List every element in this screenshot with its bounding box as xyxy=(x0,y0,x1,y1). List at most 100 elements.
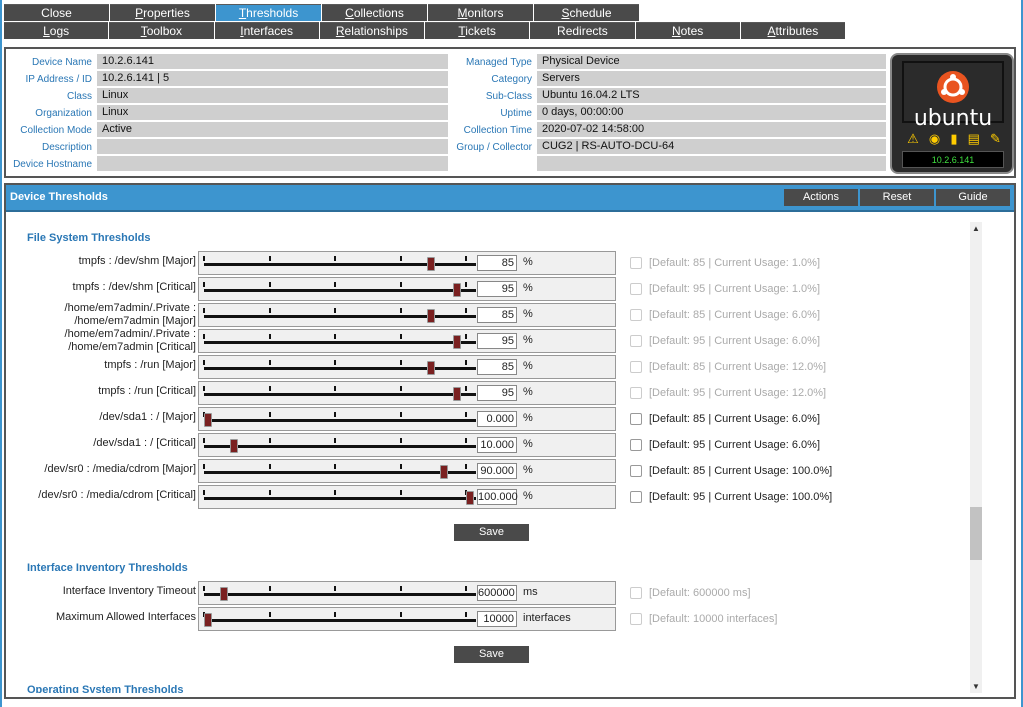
slider-handle[interactable] xyxy=(439,465,448,479)
scroll-up-icon[interactable]: ▲ xyxy=(972,224,980,233)
slider-handle[interactable] xyxy=(204,613,212,627)
tab-tickets[interactable]: Tickets xyxy=(425,22,530,39)
use-default-checkbox[interactable] xyxy=(630,465,642,477)
tab-relationships[interactable]: Relationships xyxy=(319,22,424,39)
ubuntu-wordmark: ubuntu xyxy=(913,106,993,131)
threshold-value-input[interactable]: 95 xyxy=(477,333,517,349)
save-button-interface-inventory[interactable]: Save xyxy=(454,646,529,663)
threshold-value-input[interactable]: 85 xyxy=(477,255,517,271)
threshold-value-input[interactable]: 85 xyxy=(477,359,517,375)
tab-row-1: Close Properties Thresholds Collections Moni… xyxy=(4,4,846,22)
slider-tick xyxy=(465,586,467,591)
tab-redirects[interactable]: Redirects xyxy=(530,22,635,39)
slider-handle[interactable] xyxy=(466,491,474,505)
slider-tick xyxy=(465,464,467,469)
threshold-value-input[interactable]: 95 xyxy=(477,281,517,297)
slider-track[interactable] xyxy=(204,315,476,318)
tab-collections[interactable]: Collections xyxy=(322,4,427,21)
lifebuoy-icon[interactable]: ◉ xyxy=(929,131,940,147)
slider-tick xyxy=(203,386,205,391)
device-ip-display: 10.2.6.141 xyxy=(902,151,1004,168)
slider-track[interactable] xyxy=(204,289,476,292)
use-default-checkbox[interactable] xyxy=(630,413,642,425)
slider-handle[interactable] xyxy=(426,257,435,271)
slider-track[interactable] xyxy=(204,497,476,500)
threshold-value-input[interactable]: 600000 xyxy=(477,585,517,601)
info-value-ip-address-id: 10.2.6.141 | 5 xyxy=(97,71,448,86)
tab-interfaces[interactable]: Interfaces xyxy=(214,22,319,39)
tab-schedule[interactable]: Schedule xyxy=(534,4,639,21)
tab-properties[interactable]: Properties xyxy=(110,4,215,21)
info-value-managed-type: Physical Device xyxy=(537,54,886,69)
guide-button[interactable]: Guide xyxy=(936,189,1010,206)
scrollbar-thumb[interactable] xyxy=(970,507,982,560)
tab-close[interactable]: Close xyxy=(4,4,109,21)
slider-track[interactable] xyxy=(204,341,476,344)
slider-handle[interactable] xyxy=(230,439,239,453)
warning-icon[interactable]: ⚠ xyxy=(907,131,919,147)
panel-titlebar: Device Thresholds Actions Reset Guide xyxy=(6,185,1014,212)
slider-track[interactable] xyxy=(204,471,476,474)
threshold-value-input[interactable]: 0.000 xyxy=(477,411,517,427)
slider-track[interactable] xyxy=(204,393,476,396)
scroll-down-icon[interactable]: ▼ xyxy=(972,682,980,691)
save-button-filesystem[interactable]: Save xyxy=(454,524,529,541)
threshold-label: tmpfs : /dev/shm [Critical] xyxy=(72,281,196,293)
vertical-scrollbar[interactable]: ▲ ▼ xyxy=(970,222,982,693)
slider-tick xyxy=(203,586,205,591)
threshold-value-input[interactable]: 10.000 xyxy=(477,437,517,453)
slider-track[interactable] xyxy=(204,593,476,596)
threshold-value-input[interactable]: 90.000 xyxy=(477,463,517,479)
slider-handle[interactable] xyxy=(452,387,461,401)
info-label-device-hostname: Device Hostname xyxy=(13,159,92,170)
printer-icon[interactable]: ▤ xyxy=(968,131,980,147)
info-label-device-name: Device Name xyxy=(31,57,92,68)
tab-accesskey: N xyxy=(671,24,681,38)
threshold-value-input[interactable]: 100.000 xyxy=(477,489,518,505)
slider-tick xyxy=(268,438,271,443)
use-default-checkbox[interactable] xyxy=(630,439,642,451)
slider-tick xyxy=(334,438,336,443)
slider-handle[interactable] xyxy=(452,283,461,297)
slider-tick xyxy=(334,464,336,469)
status-icons: ⚠ ◉ ▮ ▤ ✎ xyxy=(902,131,1006,147)
actions-button[interactable]: Actions xyxy=(784,189,858,206)
tab-toolbox[interactable]: Toolbox xyxy=(109,22,214,39)
slider-track[interactable] xyxy=(204,367,476,370)
slider-handle[interactable] xyxy=(426,309,435,323)
threshold-value-input[interactable]: 10000 xyxy=(477,611,517,627)
slider-track[interactable] xyxy=(204,419,476,422)
threshold-slider-row: 85% xyxy=(198,251,616,275)
slider-handle[interactable] xyxy=(452,335,461,349)
thresholds-content: File System Thresholds tmpfs : /dev/shm … xyxy=(8,214,1002,693)
tab-thresholds[interactable]: Thresholds xyxy=(216,4,321,21)
chart-icon[interactable]: ▮ xyxy=(950,131,957,147)
threshold-value-input[interactable]: 85 xyxy=(477,307,517,323)
use-default-checkbox[interactable] xyxy=(630,491,642,503)
reset-button[interactable]: Reset xyxy=(860,189,934,206)
tab-attributes[interactable]: Attributes xyxy=(740,22,845,39)
tab-notes[interactable]: Notes xyxy=(635,22,740,39)
wrench-icon[interactable]: ✎ xyxy=(990,131,1001,147)
tab-label: ogs xyxy=(49,24,70,38)
slider-handle[interactable] xyxy=(219,587,228,601)
slider-tick xyxy=(334,334,336,339)
threshold-value-input[interactable]: 95 xyxy=(477,385,517,401)
slider-tick xyxy=(399,438,402,443)
slider-handle[interactable] xyxy=(204,413,212,427)
slider-tick xyxy=(399,308,402,313)
tab-logs[interactable]: Logs xyxy=(4,22,109,39)
tab-monitors[interactable]: Monitors xyxy=(428,4,533,21)
slider-track[interactable] xyxy=(204,619,476,622)
default-usage-text: [Default: 85 | Current Usage: 6.0%] xyxy=(649,413,820,425)
default-usage-text: [Default: 95 | Current Usage: 1.0%] xyxy=(649,283,820,295)
info-label-category: Category xyxy=(491,74,532,85)
slider-track[interactable] xyxy=(204,263,476,266)
slider-tick xyxy=(399,256,402,261)
section-title-filesystem: File System Thresholds xyxy=(27,232,151,244)
info-value-uptime: 0 days, 00:00:00 xyxy=(537,105,886,120)
slider-track[interactable] xyxy=(204,445,476,448)
tab-label: oolbox xyxy=(146,24,183,38)
tab-label: Close xyxy=(41,6,72,20)
slider-handle[interactable] xyxy=(426,361,435,375)
